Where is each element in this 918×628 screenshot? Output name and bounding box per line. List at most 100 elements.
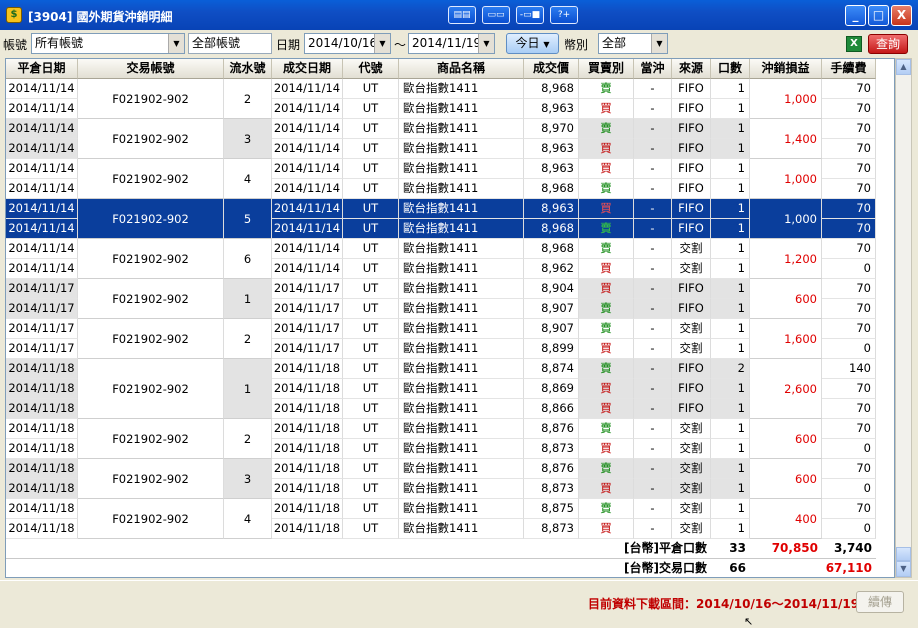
cell-side: 買 (579, 379, 634, 399)
cell-price: 8,907 (524, 299, 579, 319)
cell-fee: 70 (822, 499, 876, 519)
excel-export-icon[interactable]: X (846, 36, 862, 52)
cell-fee: 0 (822, 259, 876, 279)
serial-cell: 6 (224, 239, 272, 279)
cell-symbol: UT (343, 199, 399, 219)
scroll-up-icon[interactable]: ▲ (896, 59, 911, 75)
chevron-down-icon: ▼ (651, 34, 667, 53)
column-header-serial[interactable]: 流水號 (224, 59, 272, 79)
cell-fee: 70 (822, 239, 876, 259)
close-button[interactable]: X (891, 5, 912, 26)
cell-source: 交割 (672, 479, 711, 499)
vertical-scrollbar[interactable]: ▲ ▼ (895, 58, 912, 578)
cell-qty: 1 (711, 419, 750, 439)
cell-close-date: 2014/11/18 (6, 519, 78, 539)
layout-tool-1-icon[interactable]: ▤▤ (448, 6, 476, 24)
layout-tool-3-icon[interactable]: -▭■ (516, 6, 544, 24)
cell-source: FIFO (672, 399, 711, 419)
pnl-cell: 600 (750, 459, 822, 499)
cell-source: 交割 (672, 459, 711, 479)
column-header-trade-date[interactable]: 成交日期 (272, 59, 343, 79)
account-name-field[interactable]: 全部帳號 (188, 33, 272, 54)
status-bar: 目前資料下載區間：2014/10/16～2014/11/19 續傳 ↖ (0, 580, 918, 627)
column-header-close-date[interactable]: 平倉日期 (6, 59, 78, 79)
help-icon[interactable]: ?+ (550, 6, 578, 24)
cell-daytrade: - (634, 259, 672, 279)
cell-close-date: 2014/11/18 (6, 459, 78, 479)
cell-side: 賣 (579, 119, 634, 139)
cell-price: 8,873 (524, 479, 579, 499)
column-header-daytrade[interactable]: 當沖 (634, 59, 672, 79)
account-cell-text: F021902-902 (112, 251, 189, 266)
group-row[interactable]: F021902-902 4 1,000 2014/11/14 2014/11/14 UT 歐… (6, 159, 876, 199)
layout-tool-2-icon[interactable]: ▭▭ (482, 6, 510, 24)
cell-close-date: 2014/11/14 (6, 79, 78, 99)
column-header-symbol[interactable]: 代號 (343, 59, 399, 79)
maximize-button[interactable]: □ (868, 5, 889, 26)
group-row[interactable]: F021902-902 5 1,000 2014/11/14 2014/11/14 UT 歐… (6, 199, 876, 239)
cell-symbol: UT (343, 359, 399, 379)
cell-qty: 1 (711, 459, 750, 479)
cell-source: FIFO (672, 99, 711, 119)
group-row[interactable]: F021902-902 1 600 2014/11/17 2014/11/17 UT 歐台指… (6, 279, 876, 319)
account-cell: F021902-902 (78, 459, 224, 499)
group-row[interactable]: F021902-902 2 600 2014/11/18 2014/11/18 UT 歐台指… (6, 419, 876, 459)
account-cell-text: F021902-902 (112, 471, 189, 486)
cell-qty: 1 (711, 279, 750, 299)
date-from-picker[interactable]: 2014/10/16 ▼ (304, 33, 391, 54)
cell-source: FIFO (672, 79, 711, 99)
cell-price: 8,904 (524, 279, 579, 299)
account-dropdown[interactable]: 所有帳號 ▼ (31, 33, 185, 54)
resume-button[interactable]: 續傳 (856, 591, 904, 613)
cell-product: 歐台指數1411 (399, 319, 524, 339)
summary-close-pnl: 70,850 (771, 541, 818, 555)
serial-cell-text: 1 (243, 381, 252, 396)
group-row[interactable]: F021902-902 2 1,000 2014/11/14 2014/11/14 UT 歐… (6, 79, 876, 119)
scroll-thumb[interactable] (896, 547, 911, 561)
column-header-source[interactable]: 來源 (672, 59, 711, 79)
cell-fee: 70 (822, 159, 876, 179)
pnl-cell: 1,400 (750, 119, 822, 159)
cell-side: 買 (579, 439, 634, 459)
column-header-side[interactable]: 買賣別 (579, 59, 634, 79)
column-header-fee[interactable]: 手續費 (822, 59, 876, 79)
cell-qty: 1 (711, 119, 750, 139)
cell-price: 8,907 (524, 319, 579, 339)
cell-trade-date: 2014/11/14 (272, 159, 343, 179)
cell-symbol: UT (343, 439, 399, 459)
group-row[interactable]: F021902-902 2 1,600 2014/11/17 2014/11/17 UT 歐… (6, 319, 876, 359)
cell-fee: 70 (822, 459, 876, 479)
column-header-account[interactable]: 交易帳號 (78, 59, 224, 79)
pnl-cell: 2,600 (750, 359, 822, 419)
account-cell-text: F021902-902 (112, 131, 189, 146)
cell-product: 歐台指數1411 (399, 479, 524, 499)
column-header-price[interactable]: 成交價 (524, 59, 579, 79)
cell-close-date: 2014/11/14 (6, 139, 78, 159)
column-header-qty[interactable]: 口數 (711, 59, 750, 79)
today-button[interactable]: 今日 ▼ (506, 33, 559, 54)
account-cell: F021902-902 (78, 79, 224, 119)
currency-dropdown[interactable]: 全部 ▼ (598, 33, 668, 54)
cell-daytrade: - (634, 319, 672, 339)
group-row[interactable]: F021902-902 6 1,200 2014/11/14 2014/11/14 UT 歐… (6, 239, 876, 279)
group-row[interactable]: F021902-902 3 600 2014/11/18 2014/11/18 UT 歐台指… (6, 459, 876, 499)
group-row[interactable]: F021902-902 4 400 2014/11/18 2014/11/18 UT 歐台指… (6, 499, 876, 539)
serial-cell: 2 (224, 79, 272, 119)
scroll-down-icon[interactable]: ▼ (896, 561, 911, 577)
cell-price: 8,899 (524, 339, 579, 359)
column-header-product[interactable]: 商品名稱 (399, 59, 524, 79)
cell-close-date: 2014/11/14 (6, 259, 78, 279)
cell-source: FIFO (672, 219, 711, 239)
pnl-cell: 1,000 (750, 199, 822, 239)
serial-cell: 2 (224, 319, 272, 359)
column-header-pnl[interactable]: 沖銷損益 (750, 59, 822, 79)
group-row[interactable]: F021902-902 3 1,400 2014/11/14 2014/11/14 UT 歐… (6, 119, 876, 159)
cell-daytrade: - (634, 339, 672, 359)
account-cell: F021902-902 (78, 419, 224, 459)
query-button[interactable]: 查詢 (868, 34, 908, 54)
account-cell-text: F021902-902 (112, 381, 189, 396)
group-row[interactable]: F021902-902 1 2,600 2014/11/18 2014/11/18 UT 歐… (6, 359, 876, 419)
minimize-button[interactable]: _ (845, 5, 866, 26)
cell-source: FIFO (672, 139, 711, 159)
date-to-picker[interactable]: 2014/11/19 ▼ (408, 33, 495, 54)
